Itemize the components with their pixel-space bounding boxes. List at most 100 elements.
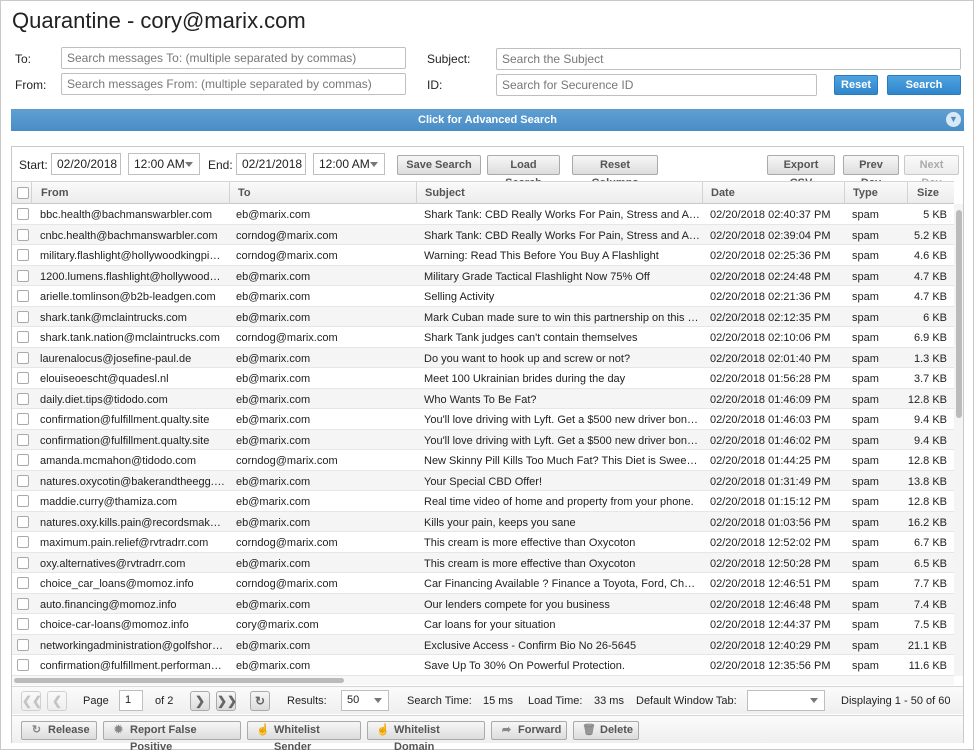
row-checkbox[interactable] <box>17 638 29 651</box>
row-checkbox[interactable] <box>17 249 29 261</box>
table-row[interactable]: cnbc.health@bachmanswarbler.com corndog@m… <box>12 224 954 245</box>
vertical-scrollbar[interactable] <box>954 204 963 676</box>
row-checkbox[interactable] <box>17 597 29 610</box>
row-checkbox[interactable] <box>17 659 29 671</box>
to-cell: eb@marix.com <box>236 475 311 488</box>
row-checkbox[interactable] <box>17 372 29 384</box>
horizontal-scrollbar[interactable] <box>12 676 954 685</box>
to-cell: corndog@marix.com <box>236 229 338 242</box>
type-cell: spam <box>852 639 879 652</box>
table-row[interactable]: daily.diet.tips@tidodo.com eb@marix.com Wh… <box>12 388 954 409</box>
table-row[interactable]: maximum.pain.relief@rvtradrr.com corndog@… <box>12 532 954 553</box>
row-checkbox[interactable] <box>17 515 29 528</box>
row-checkbox[interactable] <box>17 474 29 487</box>
delete-button[interactable]: 🗑 Delete <box>573 721 639 740</box>
row-checkbox[interactable] <box>17 208 29 220</box>
row-checkbox[interactable] <box>17 228 29 241</box>
table-row[interactable]: oxy.alternatives@rvtradrr.com eb@marix.co… <box>12 552 954 573</box>
table-row[interactable]: auto.financing@momoz.info eb@marix.com Our… <box>12 593 954 614</box>
to-cell: eb@marix.com <box>236 496 311 508</box>
row-checkbox[interactable] <box>17 433 29 446</box>
from-search-input[interactable] <box>61 73 406 95</box>
row-checkbox[interactable] <box>17 351 29 364</box>
subject-search-input[interactable] <box>496 48 961 70</box>
search-button[interactable]: Search <box>887 75 961 95</box>
table-row[interactable]: amanda.mcmahon@tidodo.com corndog@marix.c… <box>12 450 954 471</box>
table-row[interactable]: choice-car-loans@momoz.info cory@marix.co… <box>12 614 954 635</box>
results-per-page-select[interactable]: 50 <box>341 690 389 711</box>
next-day-button[interactable]: Next Day <box>904 155 959 189</box>
table-row[interactable]: natures.oxy.kills.pain@recordsmakers.com… <box>12 511 954 532</box>
row-checkbox[interactable] <box>17 331 29 343</box>
end-time-select[interactable]: 12:00 AM <box>313 153 385 175</box>
forward-button[interactable]: ➦ Forward <box>491 721 567 740</box>
date-cell: 02/20/2018 12:46:51 PM <box>710 578 831 590</box>
end-date-input[interactable]: 02/21/2018 <box>236 153 306 175</box>
next-page-icon[interactable]: ❯ <box>190 691 210 711</box>
table-row[interactable]: military.flashlight@hollywoodkingpins.co… <box>12 245 954 266</box>
prev-day-button[interactable]: Prev Day <box>843 155 899 189</box>
page-number-input[interactable]: 1 <box>119 690 143 711</box>
size-cell: 6 KB <box>923 311 947 324</box>
reset-columns-button[interactable]: Reset Columns <box>572 155 658 189</box>
table-row[interactable]: elouiseoescht@quadesl.nl eb@marix.com Meet… <box>12 368 954 389</box>
whitelist-sender-button[interactable]: ☝ Whitelist Sender <box>247 721 361 753</box>
column-header-size[interactable]: Size <box>907 182 954 204</box>
date-cell: 02/20/2018 02:12:35 PM <box>710 311 831 324</box>
default-window-tab-select[interactable] <box>747 690 825 711</box>
table-row[interactable]: 1200.lumens.flashlight@hollywoodkingpins… <box>12 265 954 286</box>
column-header-type[interactable]: Type <box>844 182 907 204</box>
table-row[interactable]: maddie.curry@thamiza.com eb@marix.com Real… <box>12 491 954 512</box>
reset-button[interactable]: Reset <box>834 75 878 95</box>
table-row[interactable]: bbc.health@bachmanswarbler.com eb@marix.c… <box>12 204 954 225</box>
whitelist-domain-button[interactable]: ☝ Whitelist Domain <box>367 721 485 753</box>
row-checkbox[interactable] <box>17 392 29 405</box>
table-row[interactable]: shark.tank.nation@mclaintrucks.com corndo… <box>12 327 954 348</box>
start-time-select[interactable]: 12:00 AM <box>128 153 200 175</box>
load-search-button[interactable]: Load Search <box>487 155 560 189</box>
table-row[interactable]: arielle.tomlinson@b2b-leadgen.com eb@mari… <box>12 286 954 307</box>
report-false-positive-button[interactable]: ✹ Report False Positive <box>103 721 241 753</box>
chevron-down-icon[interactable]: ▼ <box>946 112 961 127</box>
to-search-input[interactable] <box>61 47 406 69</box>
table-row[interactable]: natures.oxycotin@bakerandtheegg.com eb@ma… <box>12 470 954 491</box>
date-cell: 02/20/2018 01:46:03 PM <box>710 414 831 426</box>
scrollbar-thumb[interactable] <box>956 210 962 418</box>
column-header-date[interactable]: Date <box>702 182 844 204</box>
row-checkbox[interactable] <box>17 577 29 589</box>
table-row[interactable]: laurenalocus@josefine-paul.de eb@marix.co… <box>12 347 954 368</box>
row-checkbox[interactable] <box>17 290 29 302</box>
column-header-subject[interactable]: Subject <box>416 182 704 204</box>
table-row[interactable]: choice_car_loans@momoz.info corndog@marix… <box>12 573 954 594</box>
size-cell: 7.7 KB <box>913 578 947 590</box>
table-row[interactable]: confirmation@fulfillment.qualty.site eb@m… <box>12 429 954 450</box>
securence-id-input[interactable] <box>496 74 817 96</box>
row-checkbox[interactable] <box>17 310 29 323</box>
row-checkbox[interactable] <box>17 536 29 548</box>
refresh-icon[interactable]: ↻ <box>250 691 270 711</box>
row-checkbox[interactable] <box>17 556 29 569</box>
scrollbar-thumb[interactable] <box>14 678 344 683</box>
table-row[interactable]: confirmation@fulfillment.performance.sit… <box>12 655 954 676</box>
subject-label: Subject: <box>427 52 471 66</box>
first-page-icon[interactable]: ❮❮ <box>21 691 42 711</box>
start-date-input[interactable]: 02/20/2018 <box>51 153 121 175</box>
release-button[interactable]: ↻ Release <box>21 721 97 740</box>
table-row[interactable]: confirmation@fulfillment.qualty.site eb@m… <box>12 409 954 430</box>
advanced-search-bar[interactable]: Click for Advanced Search ▼ <box>11 109 964 131</box>
row-checkbox[interactable] <box>17 618 29 630</box>
select-all-checkbox[interactable] <box>17 187 29 199</box>
row-checkbox[interactable] <box>17 495 29 507</box>
table-row[interactable]: networkingadministration@golfshorts.com e… <box>12 634 954 655</box>
row-checkbox[interactable] <box>17 413 29 425</box>
row-checkbox[interactable] <box>17 269 29 282</box>
export-csv-button[interactable]: Export CSV <box>767 155 835 189</box>
to-cell: eb@marix.com <box>236 639 311 652</box>
row-checkbox[interactable] <box>17 454 29 466</box>
table-row[interactable]: shark.tank@mclaintrucks.com eb@marix.com M… <box>12 306 954 327</box>
save-search-button[interactable]: Save Search <box>397 155 481 186</box>
column-header-from[interactable]: From <box>31 182 241 204</box>
last-page-icon[interactable]: ❯❯ <box>216 691 237 711</box>
prev-page-icon[interactable]: ❮ <box>47 691 67 711</box>
column-header-to[interactable]: To <box>229 182 416 204</box>
